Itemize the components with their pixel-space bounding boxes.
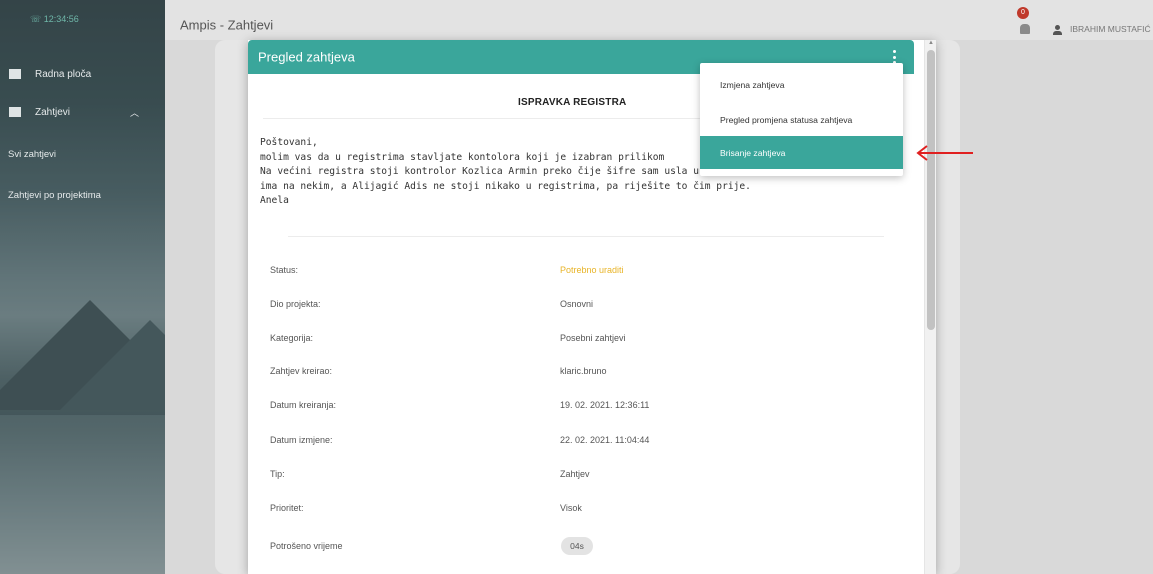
- divider: [288, 236, 884, 237]
- phone-icon: ☏: [30, 14, 44, 24]
- menu-item-pregled-promjena-statusa[interactable]: Pregled promjena statusa zahtjeva: [700, 103, 903, 136]
- user-icon[interactable]: [1052, 25, 1062, 35]
- detail-label: Zahtjev kreirao:: [270, 366, 333, 376]
- top-bar: [165, 0, 1153, 40]
- scroll-up-icon[interactable]: ▲: [928, 40, 934, 46]
- time-spent-chip: 04s: [561, 537, 593, 555]
- detail-label: Status:: [270, 265, 299, 275]
- detail-value: 19. 02. 2021. 12:36:11: [560, 400, 650, 410]
- menu-item-izmjena-zahtjeva[interactable]: Izmjena zahtjeva: [700, 68, 903, 101]
- sidebar-item-radna-ploca[interactable]: Radna ploča: [0, 64, 165, 84]
- sidebar-subitem-label: Svi zahtjevi: [8, 148, 57, 160]
- detail-value: Visok: [560, 503, 582, 513]
- requests-icon: [9, 107, 21, 117]
- sidebar-item-label: Radna ploča: [35, 68, 92, 80]
- modal-title: Pregled zahtjeva: [258, 49, 355, 65]
- sidebar-subitem-svi-zahtjevi[interactable]: Svi zahtjevi: [0, 144, 165, 164]
- detail-label: Datum kreiranja:: [270, 400, 337, 410]
- modal-scrollbar[interactable]: ▲: [924, 40, 936, 574]
- notification-badge: 0: [1017, 7, 1029, 19]
- detail-label: Potrošeno vrijeme: [270, 541, 343, 551]
- user-name[interactable]: IBRAHIM MUSTAFIĆ: [1070, 24, 1151, 34]
- sidebar-subitem-label: Zahtjevi po projektima: [8, 189, 101, 201]
- sidebar-overlay: [0, 0, 165, 574]
- app-title: Ampis - Zahtjevi: [180, 17, 274, 33]
- detail-value: Posebni zahtjevi: [560, 333, 626, 343]
- status-value: Potrebno uraditi: [560, 265, 624, 275]
- scrollbar-thumb[interactable]: [927, 50, 935, 330]
- sidebar-clock-text: 12:34:56: [43, 14, 79, 24]
- actions-menu: Izmjena zahtjeva Pregled promjena status…: [700, 63, 903, 176]
- sidebar-item-zahtjevi[interactable]: Zahtjevi ︿: [0, 102, 165, 122]
- detail-value: Osnovni: [560, 299, 594, 309]
- sidebar-clock: ☏ 12:34:56: [30, 14, 79, 25]
- sidebar-subitem-zahtjevi-po-projektima[interactable]: Zahtjevi po projektima: [0, 185, 165, 205]
- detail-label: Tip:: [270, 469, 285, 479]
- sidebar-item-label: Zahtjevi: [35, 106, 71, 118]
- detail-value: klaric.bruno: [560, 366, 607, 376]
- dashboard-icon: [9, 69, 21, 79]
- chevron-up-icon: ︿: [129, 107, 139, 118]
- menu-item-brisanje-zahtjeva[interactable]: Brisanje zahtjeva: [700, 136, 903, 169]
- detail-value: 22. 02. 2021. 11:04:44: [560, 435, 650, 445]
- detail-label: Dio projekta:: [270, 299, 321, 309]
- bell-icon[interactable]: [1020, 24, 1030, 34]
- sidebar: ☏ 12:34:56 Radna ploča Zahtjevi ︿ Svi za…: [0, 0, 165, 574]
- request-heading: ISPRAVKA REGISTRA: [518, 97, 627, 108]
- detail-label: Datum izmjene:: [270, 435, 333, 445]
- detail-label: Kategorija:: [270, 333, 314, 343]
- detail-label: Prioritet:: [270, 503, 304, 513]
- detail-value: Zahtjev: [560, 469, 590, 479]
- annotation-arrow-icon: [916, 145, 973, 161]
